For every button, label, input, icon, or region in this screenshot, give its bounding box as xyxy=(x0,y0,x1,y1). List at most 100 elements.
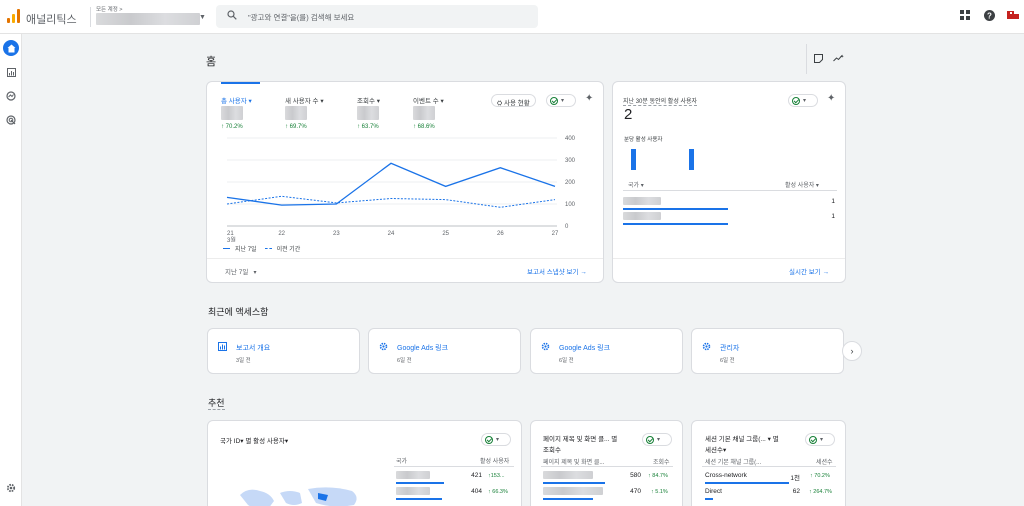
col-page-title-header: 페이지 제목 및 화면 클... xyxy=(543,460,605,466)
date-range-selector[interactable]: 지난 7일 ▾ xyxy=(225,266,257,276)
explore-icon[interactable] xyxy=(3,88,19,104)
search-bar[interactable]: "광고와 연결"을(를) 검색해 보세요 xyxy=(216,5,538,28)
sparkle-insights-icon[interactable]: ✦ xyxy=(827,93,835,104)
legend-current: 지난 7일 xyxy=(235,247,257,253)
metric-events-label[interactable]: 이벤트 수 ▾ xyxy=(413,95,444,105)
chevron-down-icon: ▾ xyxy=(657,437,661,443)
view-realtime-link[interactable]: 실시간 보기 → xyxy=(789,266,829,276)
settings-gear-icon[interactable] xyxy=(3,480,19,496)
metric-new-users-label[interactable]: 새 사용자 수 ▾ xyxy=(285,95,324,105)
realtime-title: 지난 30분 동안의 활성 사용자 xyxy=(623,96,698,106)
rec-card-title-metric[interactable]: 세션수▾ xyxy=(705,444,726,454)
rec-card-title[interactable]: 세션 기본 채널 그룹(... ▾ 별 xyxy=(705,433,779,443)
col-country-header: 국가 xyxy=(396,459,408,465)
insights-note-icon[interactable] xyxy=(814,54,823,65)
col-country-header[interactable]: 국가 ▾ xyxy=(628,180,644,189)
rec-row-bar xyxy=(543,498,593,500)
x-tick-label: 27 xyxy=(552,231,559,237)
country-name-redacted xyxy=(396,487,430,495)
realtime-row-value: 1 xyxy=(831,213,835,220)
analytics-logo[interactable] xyxy=(7,9,21,23)
series-line-previous xyxy=(226,195,556,208)
recent-item-title: 관리자 xyxy=(720,345,740,352)
data-quality-check-pill[interactable]: ▾ xyxy=(481,433,511,446)
rec-row-change: ↑ 5.1% xyxy=(651,489,668,495)
rec-row-change: ↑ 264.7% xyxy=(809,489,832,495)
data-quality-check-pill[interactable]: ▾ xyxy=(805,433,835,446)
page-title: 홈 xyxy=(206,56,217,68)
gear-icon xyxy=(379,342,388,351)
rec-row-value: 62 xyxy=(792,488,800,495)
sparkle-insights-icon[interactable]: ✦ xyxy=(585,93,593,104)
page-title-redacted xyxy=(543,487,603,495)
rec-card-country-users: 국가 ID▾ 별 활성 사용자▾ ▾ 국가 활성 사용자 421 ↑153...… xyxy=(207,420,522,506)
metric-new-users-change: ↑ 69.7% xyxy=(285,124,307,130)
chevron-down-icon[interactable]: ▼ xyxy=(199,14,206,21)
account-name-redacted[interactable] xyxy=(96,13,200,25)
recent-section-title: 최근에 액세스함 xyxy=(208,307,269,317)
realtime-value: 2 xyxy=(624,106,633,123)
recent-item-title: 보고서 개요 xyxy=(236,345,271,352)
next-arrow-button[interactable]: › xyxy=(842,341,862,361)
trend-sparkle-icon[interactable]: ✦ xyxy=(833,53,844,65)
data-quality-check-pill[interactable]: ▾ xyxy=(642,433,672,446)
recent-item-admin[interactable]: 관리자 6일 전 xyxy=(691,328,844,374)
top-bar: 애널리틱스 모든 계정 > ▼ "광고와 연결"을(를) 검색해 보세요 ? xyxy=(0,0,1024,34)
recent-item-google-ads-link[interactable]: Google Ads 링크 6일 전 xyxy=(530,328,683,374)
metric-views-label[interactable]: 조회수 ▾ xyxy=(357,95,380,105)
compare-button-label: 사용 현황 xyxy=(504,100,530,107)
reports-icon[interactable] xyxy=(3,64,19,80)
compare-icon: ⛭ xyxy=(497,100,505,107)
rec-card-title[interactable]: 페이지 제목 및 화면 클... 별 xyxy=(543,433,617,443)
rec-row-bar xyxy=(396,498,442,500)
data-quality-check-pill[interactable]: ▾ xyxy=(788,94,818,107)
rec-card-channel-sessions: 세션 기본 채널 그룹(... ▾ 별 세션수▾ ▾ 세션 기본 채널 그룹(.… xyxy=(691,420,846,506)
y-tick-label: 100 xyxy=(565,202,576,208)
avatar[interactable] xyxy=(1007,11,1021,24)
rec-card-title-metric[interactable]: 조회수 xyxy=(543,444,561,454)
recent-item-time: 3일 전 xyxy=(236,358,251,364)
col-active-users-header: 활성 사용자 xyxy=(480,459,510,465)
data-quality-check-pill[interactable]: ▾ xyxy=(546,94,576,107)
realtime-row-value: 1 xyxy=(831,198,835,205)
country-name-redacted xyxy=(396,471,430,479)
date-range-label: 지난 7일 xyxy=(225,269,249,276)
home-icon[interactable] xyxy=(3,40,19,56)
per-minute-bar xyxy=(689,149,694,170)
x-tick-label: 24 xyxy=(388,231,395,237)
recent-item-report-overview[interactable]: 보고서 개요 3일 전 xyxy=(207,328,360,374)
chevron-down-icon: ▾ xyxy=(496,437,500,443)
help-icon[interactable]: ? xyxy=(984,10,995,24)
chevron-down-icon: ▾ xyxy=(250,270,257,276)
apps-grid-icon[interactable] xyxy=(960,10,970,23)
chart-legend: 지난 7일 이전 기간 xyxy=(223,244,300,253)
recent-item-google-ads-link[interactable]: Google Ads 링크 6일 전 xyxy=(368,328,521,374)
svg-text:✦: ✦ xyxy=(840,54,844,60)
compare-button[interactable]: ⛭ 사용 현황 xyxy=(491,94,536,107)
metric-views-value xyxy=(357,106,379,120)
realtime-row-bar xyxy=(623,208,728,210)
rec-row-change: ↑153... xyxy=(488,473,505,479)
metric-views-change: ↑ 63.7% xyxy=(357,124,379,130)
check-icon xyxy=(646,435,654,444)
metric-total-users-value xyxy=(221,106,243,120)
world-map xyxy=(240,487,357,506)
recent-item-title: Google Ads 링크 xyxy=(559,345,611,352)
divider xyxy=(613,258,845,259)
advertising-icon[interactable] xyxy=(3,112,19,128)
check-icon xyxy=(809,435,817,444)
recent-item-time: 6일 전 xyxy=(397,358,412,364)
chevron-right-icon: › xyxy=(850,346,854,356)
account-label[interactable]: 모든 계정 > xyxy=(96,5,123,13)
divider xyxy=(623,190,837,191)
rec-row-value: 1천 xyxy=(790,475,800,482)
metric-total-users-label[interactable]: 총 사용자 ▾ xyxy=(221,95,252,105)
line-chart: 400300200100021 22 23 24 25 26 273월 xyxy=(226,136,576,242)
country-name-redacted xyxy=(623,212,661,220)
search-icon xyxy=(227,10,237,20)
rec-card-title[interactable]: 국가 ID▾ 별 활성 사용자▾ xyxy=(220,435,288,445)
view-report-snapshot-link[interactable]: 보고서 스냅샷 보기 → xyxy=(527,266,587,276)
col-active-users-header[interactable]: 활성 사용자 ▾ xyxy=(785,180,819,189)
col-sessions-header: 세션수 xyxy=(816,460,833,466)
rec-row-bar xyxy=(543,482,605,484)
